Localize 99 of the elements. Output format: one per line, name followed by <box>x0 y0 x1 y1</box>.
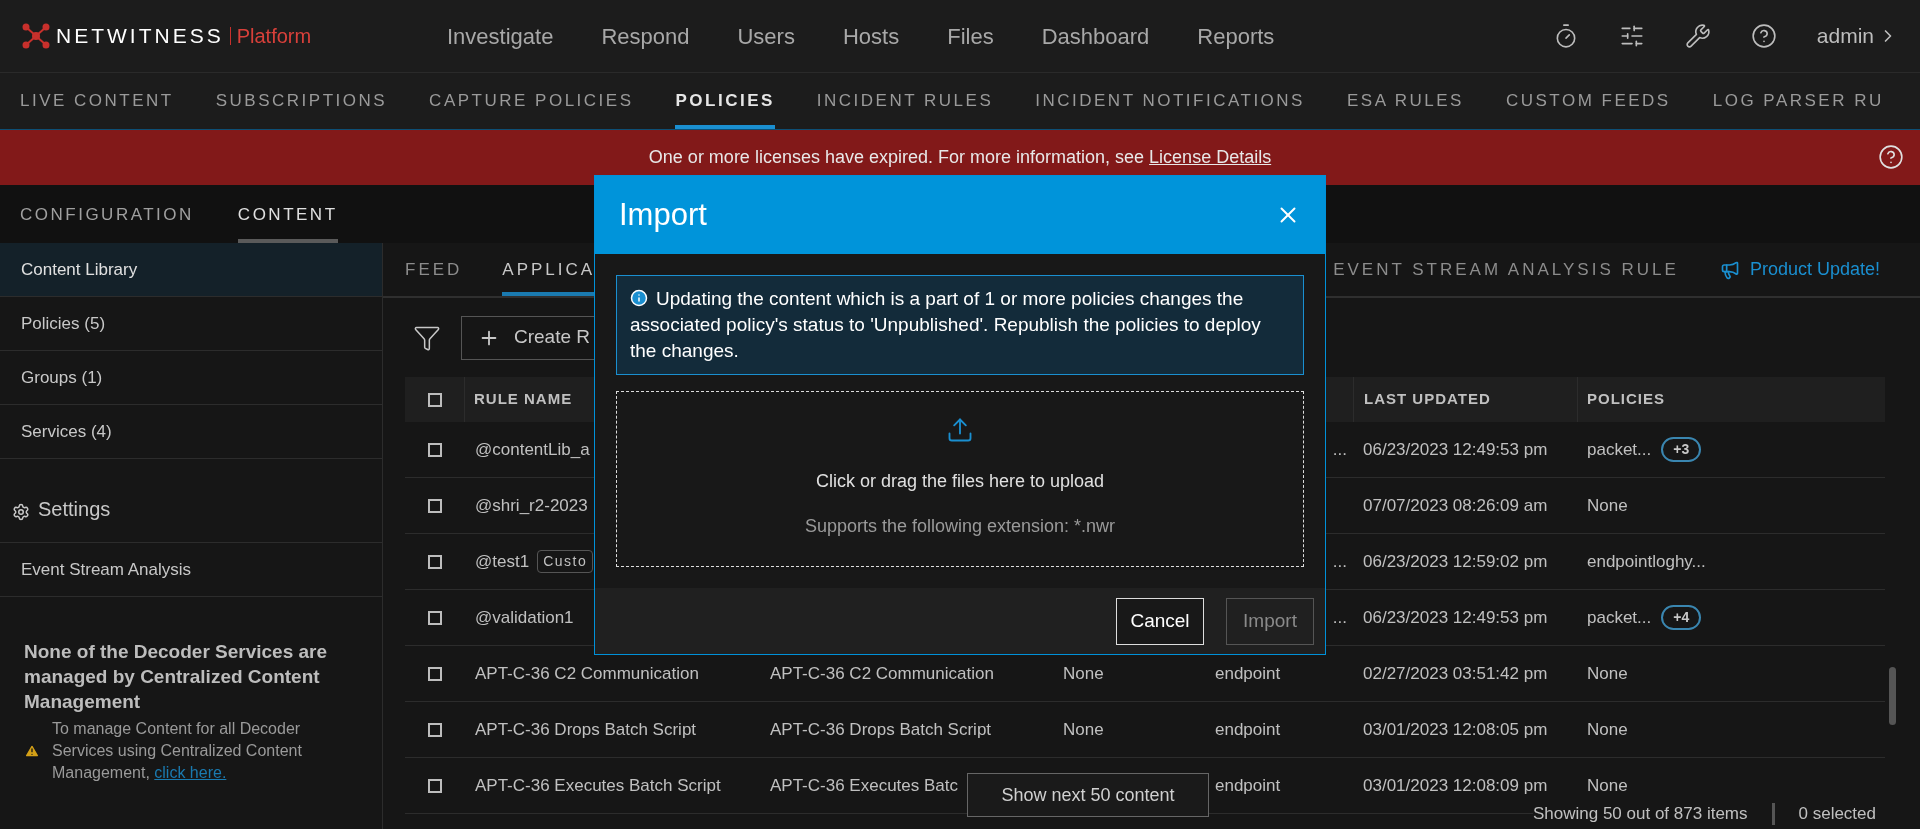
more-policies-count[interactable]: +4 <box>1661 605 1702 630</box>
upload-icon <box>946 416 974 444</box>
gear-icon <box>12 503 30 521</box>
table-cell: None <box>1063 663 1104 683</box>
notice-title: None of the Decoder Services are managed by Centralized Content Management <box>24 640 329 714</box>
section-tab[interactable]: LOG PARSER RU <box>1712 73 1884 129</box>
nav-link[interactable]: Investigate <box>447 19 554 53</box>
checkbox[interactable] <box>428 442 442 457</box>
table-cell-text: endpoint <box>1215 718 1281 741</box>
table-cell: APT-C-36 Executes Batc <box>770 775 959 795</box>
table-cell: 06/23/2023 12:49:53 pm <box>1363 439 1548 459</box>
nav-link[interactable]: Dashboard <box>1041 19 1150 53</box>
section-tab[interactable]: LIVE CONTENT <box>20 73 174 129</box>
table-cell: APT-C-36 C2 Communication <box>770 663 994 683</box>
column-header[interactable]: POLICIES <box>1577 377 1885 422</box>
checkbox[interactable] <box>428 554 442 569</box>
table-cell: 03/01/2023 12:08:09 pm <box>1363 775 1548 795</box>
megaphone-icon <box>1719 259 1740 280</box>
info-icon <box>630 289 648 307</box>
brand-name: NETWITNESS <box>56 23 224 50</box>
table-cell-text: packet... <box>1587 606 1652 629</box>
section-tab[interactable]: CAPTURE POLICIES <box>429 73 634 129</box>
sidebar-item[interactable]: Event Stream Analysis <box>0 543 382 597</box>
sidebar-item[interactable]: Services (4) <box>0 405 382 459</box>
rule-tag: Custo <box>537 550 594 573</box>
drop-instructions: Click or drag the files here to upload <box>815 470 1105 493</box>
tools-icon[interactable] <box>1684 23 1711 49</box>
nav-link[interactable]: Reports <box>1197 19 1275 53</box>
checkbox[interactable] <box>428 778 442 793</box>
table-cell: None <box>1063 719 1104 739</box>
table-cell: 02/27/2023 03:51:42 pm <box>1363 663 1548 683</box>
checkbox[interactable] <box>428 498 442 513</box>
license-details-link[interactable]: License Details <box>1149 147 1272 167</box>
extension-hint: Supports the following extension: *.nwr <box>804 515 1116 538</box>
table-cell: 03/01/2023 12:08:05 pm <box>1363 719 1548 739</box>
warning-icon <box>24 743 40 759</box>
click-here-link[interactable]: click here. <box>154 764 227 781</box>
section-tab[interactable]: CUSTOM FEEDS <box>1505 73 1671 129</box>
table-cell-text: @test1 <box>475 550 530 573</box>
table-cell-text: ... <box>1332 550 1348 573</box>
section-tab[interactable]: SUBSCRIPTIONS <box>215 73 388 129</box>
table-cell-text: None <box>1587 662 1628 685</box>
checkbox[interactable] <box>428 610 442 625</box>
table-cell-text: ... <box>1332 606 1348 629</box>
nav-link[interactable]: Users <box>737 19 795 53</box>
table-cell-text: None <box>1587 718 1628 741</box>
table-cell-text: endpointloghy... <box>1587 550 1706 573</box>
table-cell-text: None <box>1587 494 1628 517</box>
table-cell-text: ... <box>1332 438 1348 461</box>
selected-count: 0 selected <box>1798 803 1876 826</box>
user-menu[interactable]: admin <box>1816 20 1898 52</box>
table-cell: 06/23/2023 12:49:53 pm <box>1363 607 1548 627</box>
more-policies-count[interactable]: +3 <box>1661 437 1702 462</box>
table-cell-text: APT-C-36 Drops Batch Script <box>475 718 697 741</box>
section-tab[interactable]: INCIDENT NOTIFICATIONS <box>1035 73 1305 129</box>
notice-text: To manage Content for all Decoder Services using Centralized Content Management, click here. <box>52 719 303 783</box>
items-count: Showing 50 out of 873 items <box>1532 803 1748 826</box>
table-cell-text: endpoint <box>1215 774 1281 797</box>
logo-icon <box>22 23 50 49</box>
product-update-link[interactable]: Product Update! <box>1719 256 1880 283</box>
help-icon[interactable] <box>1878 144 1904 170</box>
checkbox[interactable] <box>428 722 442 737</box>
help-icon[interactable] <box>1750 23 1777 49</box>
sidebar-item[interactable]: Content Library <box>0 243 382 297</box>
table-cell-text: @contentLib_a <box>475 438 590 461</box>
table-cell-text: packet... <box>1587 438 1652 461</box>
table-cell-text: @shri_r2-2023 <box>475 494 588 517</box>
tab[interactable]: EVENT STREAM ANALYSIS RULE <box>1333 243 1679 296</box>
sidebar-item[interactable]: Groups (1) <box>0 351 382 405</box>
column-header[interactable]: LAST UPDATED <box>1353 377 1577 422</box>
settings-heading: Settings <box>38 497 111 522</box>
nav-link[interactable]: Hosts <box>842 19 900 53</box>
show-more-button[interactable]: Show next 50 content <box>967 773 1209 817</box>
sidebar-item[interactable]: Policies (5) <box>0 297 382 351</box>
table-cell: 07/07/2023 08:26:09 am <box>1363 495 1548 515</box>
drop-zone[interactable]: Click or drag the files here to upload Supports the following extension: *.nwr <box>616 391 1304 567</box>
section-tab[interactable]: INCIDENT RULES <box>816 73 994 129</box>
table-cell-text: @validation1 <box>475 606 574 629</box>
dialog-title: Import <box>619 195 707 234</box>
table-row[interactable]: APT-C-36 Drops Batch Script APT-C-36 Drops Batch Script None endpoint 03/01/2023 12:08:05 pm None <box>405 702 1885 758</box>
checkbox[interactable] <box>428 666 442 681</box>
tab[interactable]: CONFIGURATION <box>20 185 194 243</box>
table-cell: 06/23/2023 12:59:02 pm <box>1363 551 1548 571</box>
tab[interactable]: FEED <box>405 243 463 296</box>
section-tab[interactable]: ESA RULES <box>1346 73 1464 129</box>
alert-message: Updating the content which is a part of 1 or more policies changes the associated policy's status to 'Unpublished'. Republish the policies to deploy the changes. <box>630 287 1262 363</box>
checkbox[interactable] <box>427 392 442 407</box>
table-cell-text: APT-C-36 Executes Batch Script <box>475 774 721 797</box>
banner-message: One or more licenses have expired. For more information, see License Details <box>648 146 1272 169</box>
nav-link[interactable]: Respond <box>601 19 690 53</box>
nav-link[interactable]: Files <box>947 19 994 53</box>
table-cell-text: None <box>1587 774 1628 797</box>
table-cell-text: endpoint <box>1215 662 1281 685</box>
dialog-button[interactable]: Cancel <box>1116 597 1204 645</box>
product-name: Platform <box>236 24 312 49</box>
table-cell: APT-C-36 Drops Batch Script <box>770 719 992 739</box>
sliders-icon[interactable] <box>1618 23 1645 49</box>
scrollbar-thumb[interactable] <box>1889 667 1896 725</box>
table-cell-text: APT-C-36 C2 Communication <box>475 662 699 685</box>
